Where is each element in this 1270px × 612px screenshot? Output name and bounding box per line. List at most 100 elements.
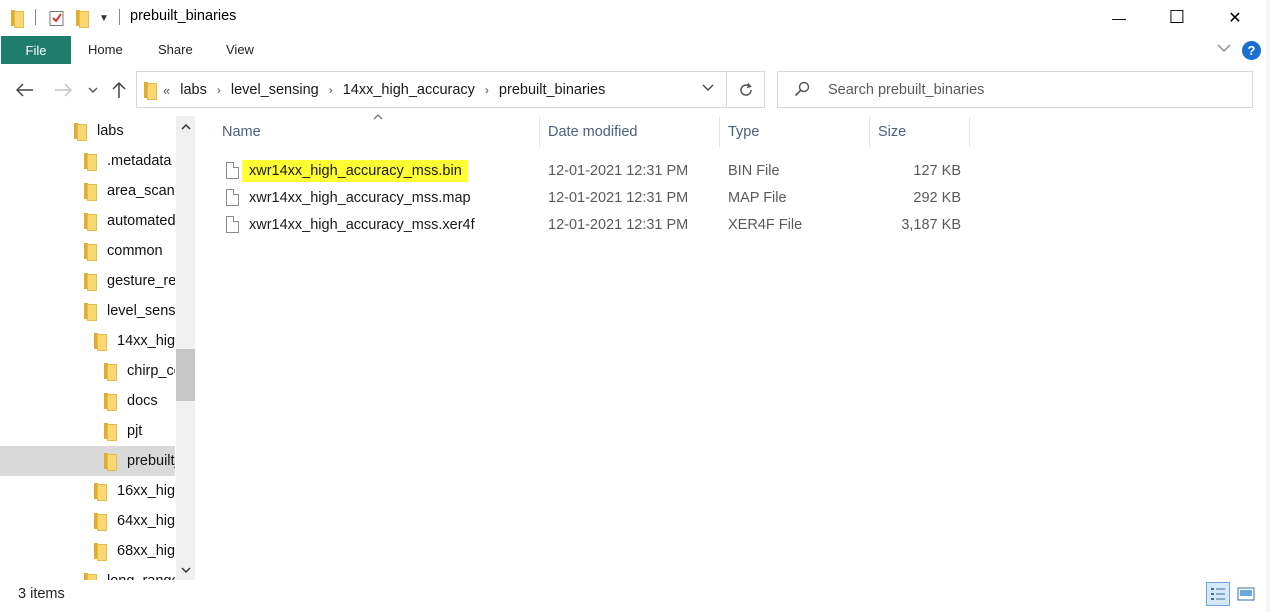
nav-item-label: prebuilt_binaries	[127, 453, 175, 469]
expand-ribbon-icon[interactable]	[1217, 40, 1231, 56]
folder-icon	[104, 453, 117, 471]
chevron-right-icon[interactable]: ›	[217, 83, 221, 97]
maximize-icon: ☐	[1168, 7, 1186, 27]
breadcrumb-level-sensing[interactable]: level_sensing	[231, 82, 319, 98]
tab-view[interactable]: View	[226, 42, 254, 57]
file-icon	[226, 189, 239, 206]
folder-icon	[94, 333, 107, 351]
close-button[interactable]: ✕	[1206, 0, 1264, 35]
scroll-down-button[interactable]	[176, 560, 195, 580]
file-date: 12-01-2021 12:31 PM	[548, 190, 689, 206]
ribbon-tabs: File Home Share View ?	[0, 35, 1270, 65]
refresh-icon	[739, 82, 752, 96]
nav-item-prebuilt-binaries[interactable]: prebuilt_binaries	[0, 446, 175, 476]
breadcrumb-14xx-high-accuracy[interactable]: 14xx_high_accuracy	[343, 82, 475, 98]
breadcrumb: « labs › level_sensing › 14xx_high_accur…	[137, 81, 605, 100]
folder-icon	[84, 303, 97, 321]
address-bar[interactable]: « labs › level_sensing › 14xx_high_accur…	[136, 71, 727, 108]
nav-scrollbar[interactable]	[176, 116, 195, 580]
nav-item-docs[interactable]: docs	[0, 386, 175, 416]
nav-item-14xx-high-accuracy[interactable]: 14xx_high_accuracy	[0, 326, 175, 356]
up-button[interactable]	[107, 78, 131, 102]
nav-item-common[interactable]: common	[0, 236, 175, 266]
window-title: prebuilt_binaries	[130, 8, 237, 24]
maximize-button[interactable]: ☐	[1148, 0, 1206, 35]
nav-item-label: gesture_recognition	[107, 273, 175, 289]
arrow-up-icon	[112, 81, 126, 98]
column-date-modified[interactable]: Date modified	[540, 117, 720, 147]
folder-icon	[74, 123, 87, 141]
back-button[interactable]	[13, 78, 37, 102]
breadcrumb-overflow[interactable]: «	[163, 83, 170, 98]
nav-item-metadata[interactable]: .metadata	[0, 146, 175, 176]
nav-item-labs[interactable]: labs	[0, 116, 175, 146]
file-size: 292 KB	[913, 190, 961, 206]
nav-item-16xx-high-accuracy[interactable]: 16xx_high_accuracy	[0, 476, 175, 506]
breadcrumb-labs[interactable]: labs	[180, 82, 207, 98]
file-row[interactable]: xwr14xx_high_accuracy_mss.bin 12-01-2021…	[222, 158, 972, 185]
file-icon	[226, 162, 239, 179]
minimize-button[interactable]: —	[1090, 0, 1148, 35]
title-bar: ▼ prebuilt_binaries — ☐ ✕	[0, 0, 1270, 35]
file-row[interactable]: xwr14xx_high_accuracy_mss.map 12-01-2021…	[222, 185, 972, 212]
column-name[interactable]: Name	[214, 117, 540, 147]
folder-icon	[144, 82, 157, 100]
nav-item-long-range[interactable]: long_range	[0, 566, 175, 580]
column-type[interactable]: Type	[720, 117, 870, 147]
folder-icon	[84, 243, 97, 261]
folder-icon	[104, 363, 117, 381]
forward-button[interactable]	[51, 78, 75, 102]
file-row[interactable]: xwr14xx_high_accuracy_mss.xer4f 12-01-20…	[222, 212, 972, 239]
properties-icon[interactable]	[49, 8, 65, 28]
chevron-up-icon	[180, 123, 191, 130]
scroll-up-button[interactable]	[176, 116, 195, 136]
nav-item-chirp-configs[interactable]: chirp_configs	[0, 356, 175, 386]
column-headers: Name Date modified Type Size	[214, 117, 974, 147]
close-icon: ✕	[1228, 9, 1242, 27]
search-input[interactable]	[828, 79, 1228, 101]
breadcrumb-prebuilt-binaries[interactable]: prebuilt_binaries	[499, 82, 605, 98]
file-icon	[226, 216, 239, 233]
nav-item-64xx-high-accuracy[interactable]: 64xx_high_accuracy	[0, 506, 175, 536]
nav-item-label: area_scanner	[107, 183, 175, 199]
folder-icon[interactable]	[11, 8, 24, 28]
customize-toolbar-icon[interactable]: ▼	[99, 8, 109, 28]
nav-item-gesture-recognition[interactable]: gesture_recognition	[0, 266, 175, 296]
file-type: MAP File	[728, 190, 787, 206]
new-folder-icon[interactable]	[76, 8, 89, 28]
details-view-button[interactable]	[1206, 582, 1230, 606]
nav-item-area-scanner[interactable]: area_scanner	[0, 176, 175, 206]
file-name: xwr14xx_high_accuracy_mss.map	[249, 190, 471, 206]
nav-item-automated[interactable]: automated	[0, 206, 175, 236]
column-size[interactable]: Size	[870, 117, 970, 147]
nav-item-pjt[interactable]: pjt	[0, 416, 175, 446]
tab-home[interactable]: Home	[88, 42, 123, 57]
item-count: 3 items	[18, 586, 65, 602]
tab-share[interactable]: Share	[158, 42, 193, 57]
large-icons-view-button[interactable]	[1234, 582, 1258, 606]
address-history-button[interactable]	[702, 80, 714, 95]
minimize-icon: —	[1112, 9, 1126, 26]
nav-item-label: pjt	[127, 423, 143, 439]
recent-locations-button[interactable]	[84, 78, 102, 102]
folder-icon	[84, 213, 97, 231]
tab-file[interactable]: File	[1, 36, 71, 64]
nav-item-68xx-high-accuracy[interactable]: 68xx_high_accuracy	[0, 536, 175, 566]
chevron-right-icon[interactable]: ›	[329, 83, 333, 97]
nav-item-label: 16xx_high_accuracy	[117, 483, 175, 499]
folder-icon	[84, 573, 97, 580]
folder-icon	[104, 393, 117, 411]
chevron-right-icon[interactable]: ›	[485, 83, 489, 97]
search-box[interactable]	[777, 71, 1253, 108]
nav-item-label: long_range	[107, 573, 175, 580]
help-icon[interactable]: ?	[1242, 41, 1261, 60]
arrow-left-icon	[16, 83, 33, 97]
file-name: xwr14xx_high_accuracy_mss.bin	[242, 160, 468, 182]
details-view-icon	[1211, 588, 1225, 600]
navigation-pane: labs .metadata area_scanner automated co…	[0, 116, 196, 580]
search-icon	[794, 81, 810, 100]
refresh-button[interactable]	[726, 71, 765, 108]
nav-item-level-sensing[interactable]: level_sensing	[0, 296, 175, 326]
scroll-thumb[interactable]	[176, 349, 195, 401]
nav-item-label: automated	[107, 213, 175, 229]
